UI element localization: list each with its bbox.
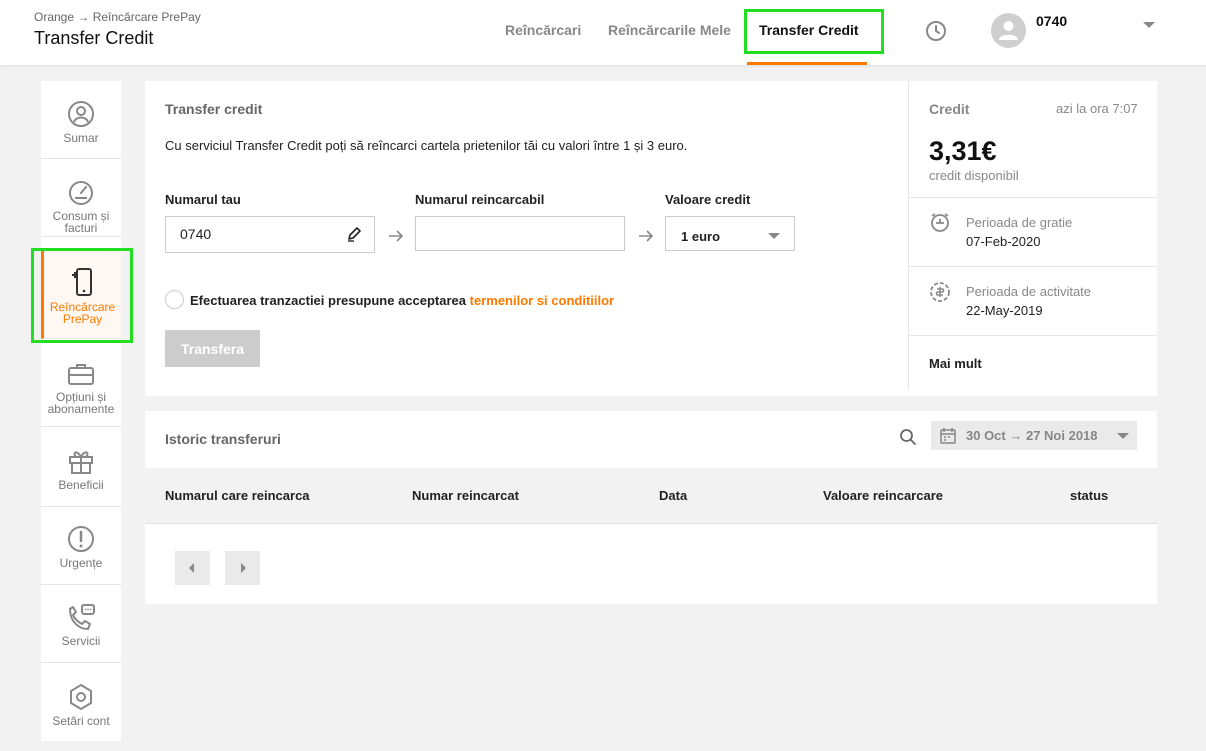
gift-icon [69,451,93,474]
arrow-right-icon [639,230,654,242]
terms-checkbox[interactable] [165,290,184,309]
breadcrumb[interactable]: Orange → Reîncărcare PrePay [34,10,201,24]
sidebar-item-setari-cont[interactable]: Setări cont [41,663,121,741]
phone-chat-icon [69,604,95,630]
column-header[interactable]: Valoare reincarcare [823,488,943,503]
credit-value-select[interactable]: 1 euro [665,216,795,251]
sidebar-item-label: Beneficii [58,478,104,492]
sidebar-item-label: Setări cont [52,714,110,728]
sidebar-item-optiuni[interactable]: Opțiuni și abonamente [41,349,121,427]
grace-period-date: 07-Feb-2020 [966,234,1041,249]
history-title: Istoric transferuri [165,431,281,447]
arrow-right-icon [389,230,404,242]
credit-time: azi la ora 7:07 [1056,101,1138,116]
transfer-button[interactable]: Transfera [165,330,260,367]
calendar-icon [940,428,956,444]
credit-value-label: Valoare credit [665,192,751,207]
your-number-value: 0740 [180,226,212,242]
sidebar-item-urgente[interactable]: Urgențe [41,507,121,585]
column-header[interactable]: status [1070,488,1108,503]
active-tab-underline [747,62,867,65]
briefcase-icon [68,364,94,385]
tab-reincarcari[interactable]: Reîncărcari [505,22,581,38]
avatar[interactable] [991,13,1026,48]
sidebar-item-consum[interactable]: Consum și facturi [41,159,121,237]
recipient-label: Numarul reincarcabil [415,192,545,207]
chevron-left-icon [189,563,194,573]
sidebar: Sumar Consum și facturi Reîncărcare PreP… [41,81,121,741]
chevron-right-icon [241,563,246,573]
sidebar-item-label: Servicii [61,634,101,648]
sidebar-item-label: Sumar [63,131,99,145]
top-header: Orange → Reîncărcare PrePay Transfer Cre… [0,0,1206,65]
activity-period-icon [930,282,950,302]
sidebar-item-beneficii[interactable]: Beneficii [41,429,121,507]
credit-amount: 3,31€ [929,136,997,166]
sidebar-item-sumar[interactable]: Sumar [41,81,121,159]
credit-value-selected: 1 euro [681,229,721,244]
transfer-description: Cu serviciul Transfer Credit poți să reî… [165,138,688,153]
next-page-button[interactable] [225,551,260,585]
alert-icon [68,526,94,552]
highlight-box-tab [744,9,884,54]
grace-period-label: Perioada de gratie [966,215,1073,230]
sidebar-item-servicii[interactable]: Servicii [41,585,121,663]
more-link[interactable]: Mai mult [929,356,982,371]
date-range-text: 30 Oct → 27 Noi 2018 [966,428,1098,443]
your-number-field[interactable]: 0740 [165,216,375,253]
terms-link[interactable]: termenilor si conditiilor [470,293,614,308]
terms-text: Efectuarea tranzactiei presupune accepta… [190,293,614,308]
transfer-title: Transfer credit [165,101,263,117]
highlight-box-sidebar [31,248,133,343]
gauge-icon [69,181,93,205]
column-header[interactable]: Numar reincarcat [412,488,519,503]
history-icon[interactable] [925,20,947,42]
activity-period-date: 22-May-2019 [966,303,1043,318]
divider [909,335,1157,336]
chevron-down-icon [768,233,780,239]
grace-period-icon [931,213,949,232]
chevron-down-icon [1117,433,1129,439]
column-header[interactable]: Numarul care reincarca [165,488,310,503]
divider [909,266,1157,267]
user-silhouette-icon [999,21,1018,40]
search-icon[interactable] [899,428,917,446]
tab-reincarcarile-mele[interactable]: Reîncărcarile Mele [608,22,731,38]
sidebar-item-label: Urgențe [59,556,103,570]
credit-label: Credit [929,101,970,117]
recipient-number-input[interactable] [415,216,625,251]
credit-available-label: credit disponibil [929,168,1019,183]
settings-icon [70,684,92,710]
sidebar-item-label: Opțiuni și abonamente [47,390,115,416]
activity-period-label: Perioada de activitate [966,284,1092,299]
credit-divider [908,81,909,390]
terms-text-label: Efectuarea tranzactiei presupune accepta… [190,293,467,308]
pencil-icon[interactable] [346,226,362,242]
your-number-label: Numarul tau [165,192,241,207]
column-header[interactable]: Data [659,488,687,503]
user-number: 0740 [1036,13,1068,29]
chevron-down-icon[interactable] [1143,22,1155,28]
user-icon [68,101,94,127]
history-table-header: Numarul care reincarca Numar reincarcat … [145,468,1157,524]
page-title: Transfer Credit [34,28,154,48]
sidebar-item-label: Consum și facturi [52,209,110,235]
divider [909,197,1157,198]
date-range-filter[interactable]: 30 Oct → 27 Noi 2018 [931,421,1137,450]
prev-page-button[interactable] [175,551,210,585]
